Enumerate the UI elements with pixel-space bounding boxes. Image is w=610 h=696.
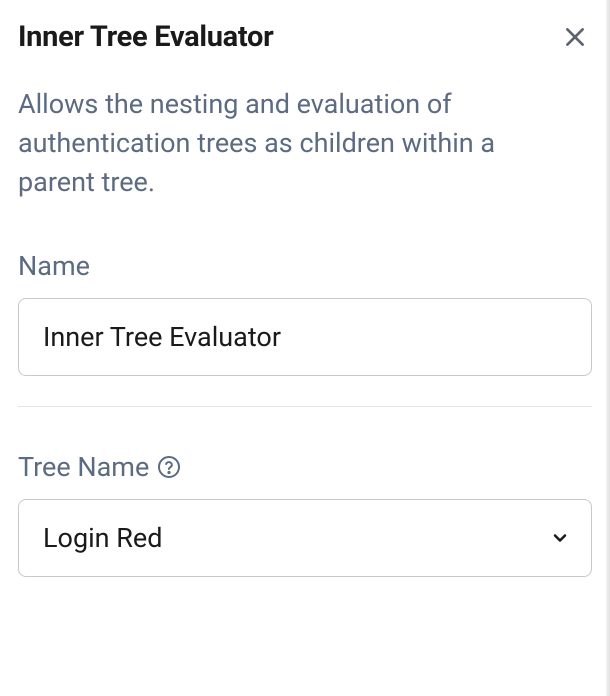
name-label: Name — [18, 250, 592, 282]
panel-description: Allows the nesting and evaluation of aut… — [18, 85, 578, 202]
help-icon[interactable] — [157, 455, 181, 479]
panel-right-edge — [606, 0, 610, 696]
tree-name-label: Tree Name — [18, 451, 592, 483]
name-field-group: Name — [18, 250, 592, 376]
tree-name-select-wrapper: Login Red — [18, 499, 592, 577]
tree-name-field-group: Tree Name Login Red — [18, 451, 592, 577]
name-input[interactable] — [18, 298, 592, 376]
tree-name-label-text: Tree Name — [18, 451, 149, 483]
node-config-panel: Inner Tree Evaluator Allows the nesting … — [0, 0, 610, 619]
panel-title: Inner Tree Evaluator — [18, 20, 273, 54]
close-button[interactable] — [558, 20, 592, 57]
section-divider — [18, 406, 592, 407]
panel-header: Inner Tree Evaluator — [18, 20, 592, 57]
close-icon — [562, 24, 588, 53]
tree-name-select[interactable]: Login Red — [18, 499, 592, 577]
